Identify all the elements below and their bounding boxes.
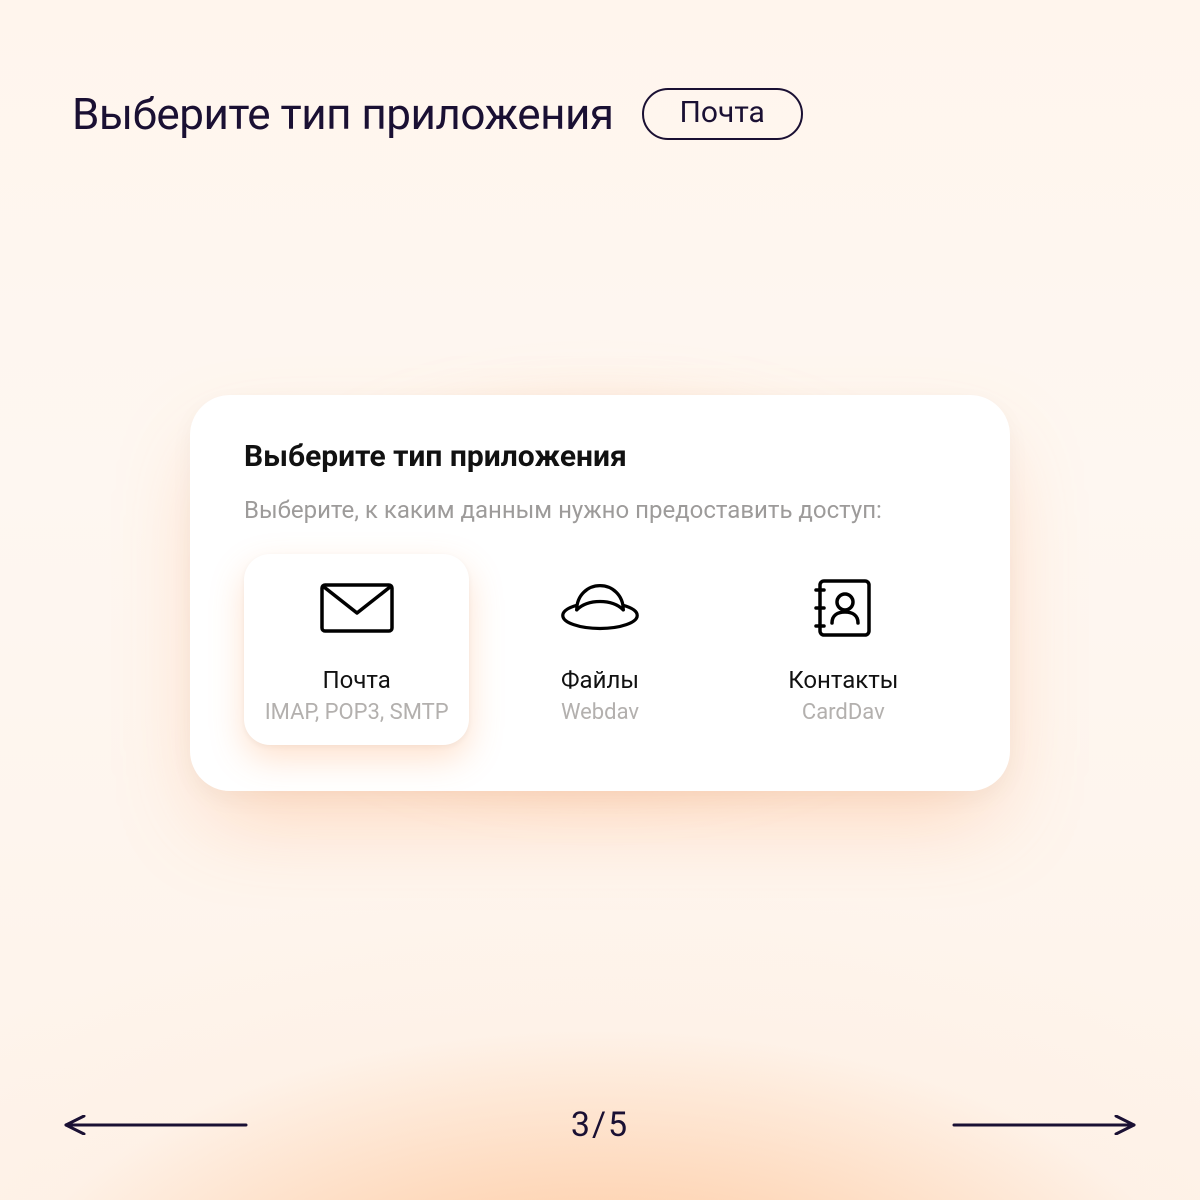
- next-arrow[interactable]: [950, 1105, 1140, 1145]
- card-subtitle: Выберите, к каким данным нужно предостав…: [244, 496, 956, 524]
- page-title: Выберите тип приложения: [72, 88, 614, 140]
- option-contacts[interactable]: Контакты CardDav: [731, 554, 956, 745]
- option-sub: CardDav: [802, 700, 885, 725]
- selected-app-type-chip: Почта: [642, 88, 803, 140]
- contacts-icon: [803, 580, 883, 636]
- app-type-options: Почта IMAP, POP3, SMTP Файлы Webdav: [244, 554, 956, 745]
- card-title: Выберите тип приложения: [244, 439, 956, 474]
- option-mail[interactable]: Почта IMAP, POP3, SMTP: [244, 554, 469, 745]
- option-sub: Webdav: [561, 700, 639, 725]
- app-type-card: Выберите тип приложения Выберите, к каки…: [190, 395, 1010, 791]
- option-label: Почта: [323, 666, 391, 694]
- option-sub: IMAP, POP3, SMTP: [265, 700, 449, 725]
- option-files[interactable]: Файлы Webdav: [487, 554, 712, 745]
- option-label: Контакты: [788, 666, 898, 694]
- mail-icon: [317, 580, 397, 636]
- app-type-card-wrap: Выберите тип приложения Выберите, к каки…: [190, 395, 1010, 791]
- page-header: Выберите тип приложения Почта: [72, 88, 803, 140]
- page-indicator: 3/5: [571, 1105, 629, 1145]
- ufo-icon: [560, 580, 640, 636]
- option-label: Файлы: [561, 666, 639, 694]
- pager: 3/5: [0, 1105, 1200, 1145]
- prev-arrow[interactable]: [60, 1105, 250, 1145]
